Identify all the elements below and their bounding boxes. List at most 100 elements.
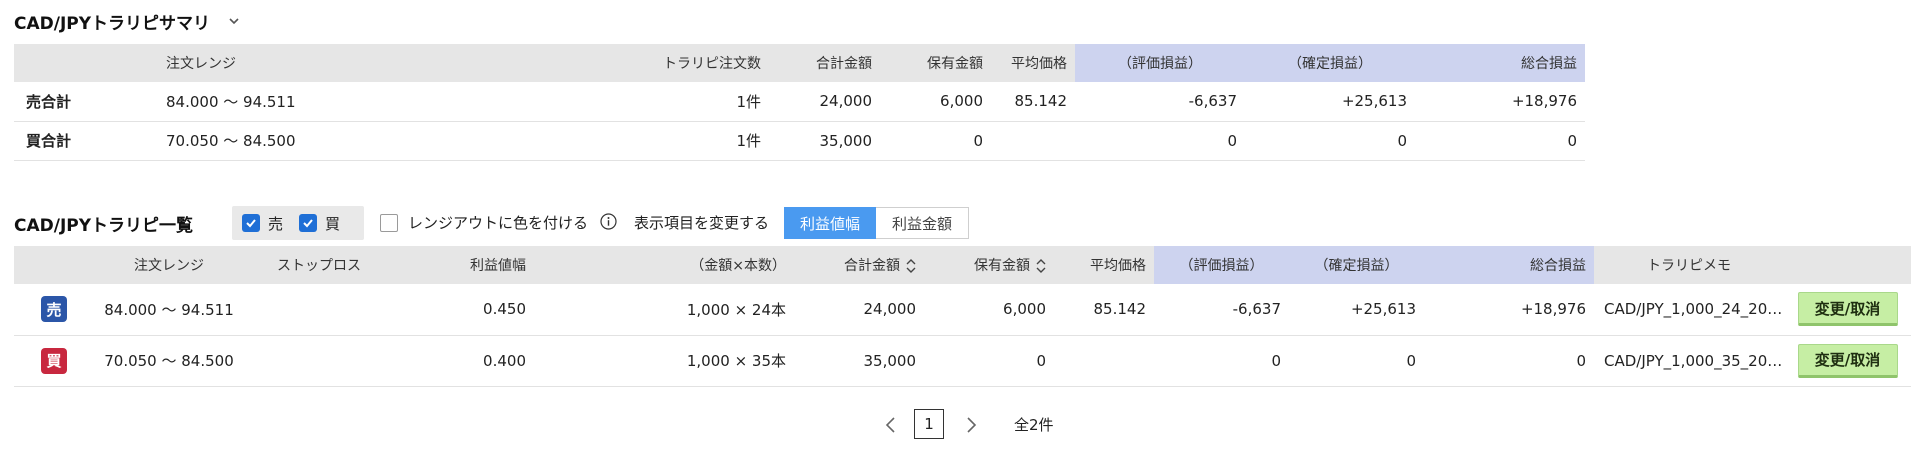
list-buy-profit-width: 0.400 bbox=[394, 335, 534, 387]
list-buy-action-cell: 変更/取消 bbox=[1784, 335, 1911, 387]
list-header-memo: トラリピメモ bbox=[1594, 246, 1784, 284]
summary-buy-avg-price bbox=[991, 121, 1075, 161]
summary-sell-range: 84.000 〜 94.511 bbox=[154, 82, 394, 122]
list-header-total-amount[interactable]: 合計金額 bbox=[794, 246, 924, 284]
summary-buy-unrealized: 0 bbox=[1075, 121, 1245, 161]
summary-sell-label: 売合計 bbox=[14, 82, 154, 122]
chevron-down-icon[interactable] bbox=[228, 15, 240, 27]
summary-table: 注文レンジ トラリピ注文数 合計金額 保有金額 平均価格 （評価損益） （確定損… bbox=[14, 44, 1585, 161]
list-header-profit-width: 利益値幅 bbox=[394, 246, 534, 284]
summary-header-unrealized: （評価損益） bbox=[1075, 44, 1245, 82]
summary-buy-label: 買合計 bbox=[14, 121, 154, 161]
summary-row-sell: 売合計 84.000 〜 94.511 1件 24,000 6,000 85.1… bbox=[14, 82, 1585, 122]
range-color-label[interactable]: レンジアウトに色を付ける bbox=[408, 212, 588, 233]
info-icon[interactable] bbox=[600, 213, 617, 230]
buy-badge: 買 bbox=[41, 347, 67, 374]
list-title: CAD/JPYトラリピ一覧 bbox=[14, 215, 194, 236]
list-sell-stop-loss bbox=[244, 284, 394, 336]
summary-buy-held-amount: 0 bbox=[880, 121, 991, 161]
list-header-held-amount[interactable]: 保有金額 bbox=[924, 246, 1054, 284]
summary-title: CAD/JPYトラリピサマリ bbox=[14, 13, 211, 34]
filter-buy-checkbox[interactable] bbox=[299, 214, 318, 232]
list-header-avg-price: 平均価格 bbox=[1054, 246, 1154, 284]
trap-list-table: 注文レンジ ストップロス 利益値幅 （金額×本数） 合計金額 保有金額 平均価格… bbox=[14, 246, 1911, 387]
summary-header[interactable]: CAD/JPYトラリピサマリ bbox=[14, 8, 240, 34]
list-buy-held-amount: 0 bbox=[924, 335, 1054, 387]
filter-sell-label[interactable]: 売 bbox=[268, 213, 283, 234]
list-sell-realized: +25,613 bbox=[1289, 284, 1424, 336]
list-row-sell: 売 84.000 〜 94.511 0.450 1,000 × 24本 24,0… bbox=[14, 284, 1911, 336]
summary-sell-unrealized: -6,637 bbox=[1075, 82, 1245, 122]
list-header-held-amount-label: 保有金額 bbox=[974, 258, 1030, 274]
summary-buy-total-pl: 0 bbox=[1415, 121, 1585, 161]
summary-sell-avg-price: 85.142 bbox=[991, 82, 1075, 122]
list-sell-total-pl: +18,976 bbox=[1424, 284, 1594, 336]
list-sell-held-amount: 6,000 bbox=[924, 284, 1054, 336]
pagination-total: 全2件 bbox=[1014, 416, 1054, 434]
summary-row-buy: 買合計 70.050 〜 84.500 1件 35,000 0 0 0 0 bbox=[14, 121, 1585, 161]
list-sell-memo: CAD/JPY_1,000_24_20… bbox=[1594, 284, 1784, 336]
list-buy-total-pl: 0 bbox=[1424, 335, 1594, 387]
list-sell-unrealized: -6,637 bbox=[1154, 284, 1289, 336]
list-buy-badge-cell: 買 bbox=[14, 335, 94, 387]
summary-sell-realized: +25,613 bbox=[1245, 82, 1415, 122]
summary-sell-count: 1件 bbox=[394, 82, 769, 122]
summary-sell-total-amount: 24,000 bbox=[769, 82, 880, 122]
list-sell-action-cell: 変更/取消 bbox=[1784, 284, 1911, 336]
list-header-stop-loss: ストップロス bbox=[244, 246, 394, 284]
list-header-row: 注文レンジ ストップロス 利益値幅 （金額×本数） 合計金額 保有金額 平均価格… bbox=[14, 246, 1911, 284]
list-buy-qty: 1,000 × 35本 bbox=[534, 335, 794, 387]
toggle-profit-amount[interactable]: 利益金額 bbox=[876, 207, 969, 239]
summary-sell-total-pl: +18,976 bbox=[1415, 82, 1585, 122]
filter-buy-label[interactable]: 買 bbox=[325, 213, 340, 234]
display-items-label: 表示項目を変更する bbox=[634, 214, 770, 232]
sort-icon bbox=[906, 259, 916, 273]
list-sell-range: 84.000 〜 94.511 bbox=[94, 284, 244, 336]
side-filter: 売 買 bbox=[232, 206, 364, 240]
summary-header-avg-price: 平均価格 bbox=[991, 44, 1075, 82]
summary-header-blank bbox=[14, 44, 154, 82]
change-cancel-button[interactable]: 変更/取消 bbox=[1797, 343, 1898, 378]
sort-icon bbox=[1036, 259, 1046, 273]
summary-header-held-amount: 保有金額 bbox=[880, 44, 991, 82]
sell-badge: 売 bbox=[41, 296, 67, 323]
summary-header-total-amount: 合計金額 bbox=[769, 44, 880, 82]
list-buy-realized: 0 bbox=[1289, 335, 1424, 387]
list-buy-stop-loss bbox=[244, 335, 394, 387]
summary-header-count: トラリピ注文数 bbox=[394, 44, 769, 82]
chevron-right-icon[interactable] bbox=[964, 416, 978, 434]
summary-header-total-pl: 総合損益 bbox=[1415, 44, 1585, 82]
list-sell-badge-cell: 売 bbox=[14, 284, 94, 336]
summary-sell-held-amount: 6,000 bbox=[880, 82, 991, 122]
list-header-unrealized: （評価損益） bbox=[1154, 246, 1289, 284]
check-icon bbox=[246, 219, 256, 228]
list-buy-total-amount: 35,000 bbox=[794, 335, 924, 387]
list-header-total-pl: 総合損益 bbox=[1424, 246, 1594, 284]
list-header-realized: （確定損益） bbox=[1289, 246, 1424, 284]
list-sell-qty: 1,000 × 24本 bbox=[534, 284, 794, 336]
list-header-blank bbox=[14, 246, 94, 284]
list-buy-avg-price bbox=[1054, 335, 1154, 387]
list-header-range: 注文レンジ bbox=[94, 246, 244, 284]
filter-sell-checkbox[interactable] bbox=[242, 214, 260, 232]
summary-buy-count: 1件 bbox=[394, 121, 769, 161]
list-sell-avg-price: 85.142 bbox=[1054, 284, 1154, 336]
summary-header-row: 注文レンジ トラリピ注文数 合計金額 保有金額 平均価格 （評価損益） （確定損… bbox=[14, 44, 1585, 82]
list-row-buy: 買 70.050 〜 84.500 0.400 1,000 × 35本 35,0… bbox=[14, 335, 1911, 387]
list-buy-memo: CAD/JPY_1,000_35_20… bbox=[1594, 335, 1784, 387]
summary-header-range: 注文レンジ bbox=[154, 44, 394, 82]
summary-header-realized: （確定損益） bbox=[1245, 44, 1415, 82]
toggle-profit-width[interactable]: 利益値幅 bbox=[784, 207, 876, 239]
chevron-left-icon[interactable] bbox=[884, 416, 898, 434]
summary-buy-realized: 0 bbox=[1245, 121, 1415, 161]
list-buy-unrealized: 0 bbox=[1154, 335, 1289, 387]
range-color-checkbox[interactable] bbox=[380, 214, 398, 232]
page-number-current[interactable]: 1 bbox=[914, 409, 944, 439]
list-header-action bbox=[1784, 246, 1911, 284]
change-cancel-button[interactable]: 変更/取消 bbox=[1797, 292, 1898, 327]
list-header-qty: （金額×本数） bbox=[534, 246, 794, 284]
list-sell-total-amount: 24,000 bbox=[794, 284, 924, 336]
summary-buy-total-amount: 35,000 bbox=[769, 121, 880, 161]
check-icon bbox=[303, 219, 313, 228]
list-sell-profit-width: 0.450 bbox=[394, 284, 534, 336]
